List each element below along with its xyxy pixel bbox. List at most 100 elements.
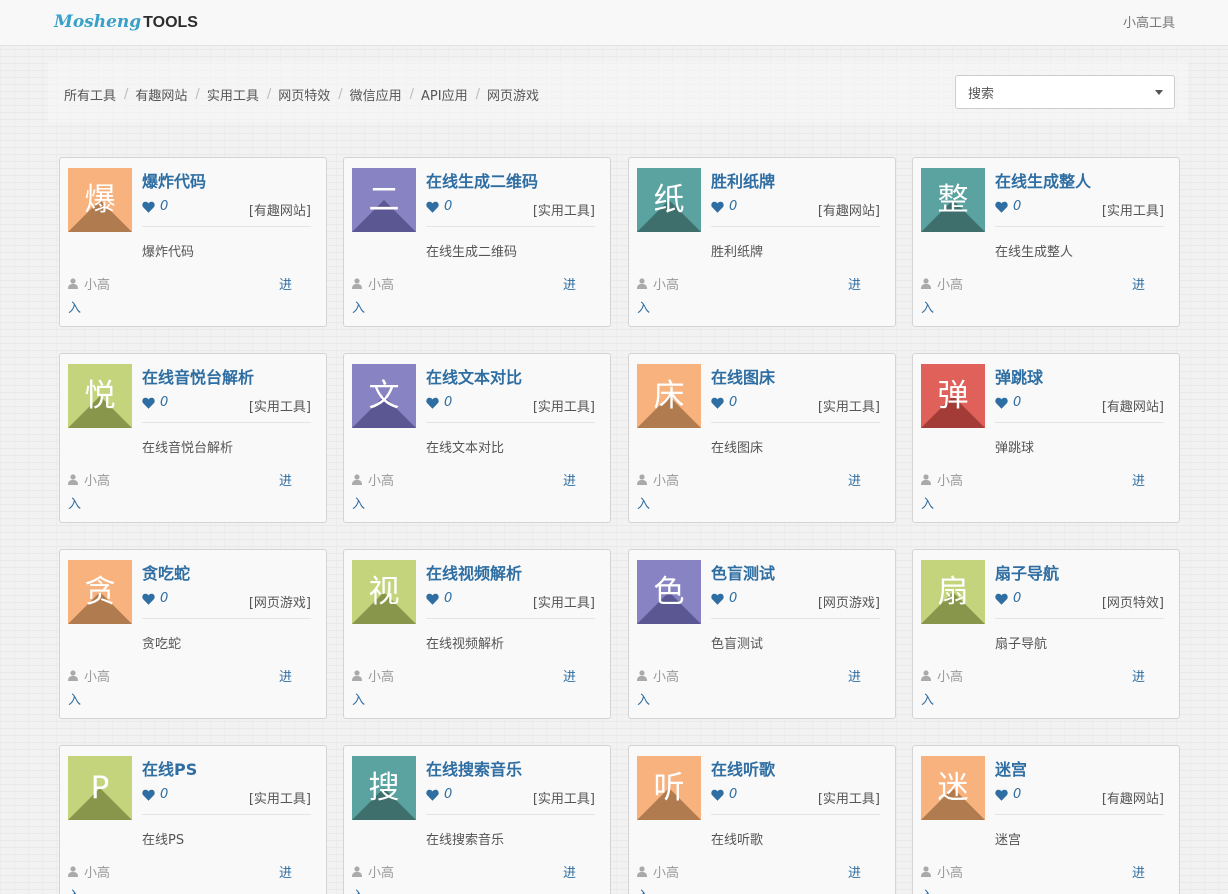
tool-title-link[interactable]: 弹跳球 xyxy=(995,364,1043,388)
like-counter[interactable]: 0 xyxy=(142,787,168,802)
category-tag-link[interactable]: [实用工具] xyxy=(1102,200,1164,219)
tool-title-link[interactable]: 色盲测试 xyxy=(711,560,775,584)
category-tag-link[interactable]: [网页游戏] xyxy=(249,592,311,611)
enter-link[interactable]: 进 xyxy=(563,862,576,881)
nav-item[interactable]: 网页游戏 xyxy=(487,85,539,104)
category-tag-link[interactable]: [实用工具] xyxy=(249,396,311,415)
tool-icon-tile[interactable]: 视 xyxy=(352,560,416,624)
enter-link[interactable]: 进 xyxy=(279,274,292,293)
enter-link[interactable]: 进 xyxy=(279,862,292,881)
enter-link-wrap[interactable]: 入 xyxy=(921,297,934,316)
like-counter[interactable]: 0 xyxy=(711,787,737,802)
tool-title-link[interactable]: 在线文本对比 xyxy=(426,364,522,388)
like-counter[interactable]: 0 xyxy=(711,395,737,410)
like-counter[interactable]: 0 xyxy=(142,591,168,606)
enter-link-wrap[interactable]: 入 xyxy=(352,689,365,708)
enter-link[interactable]: 进 xyxy=(1132,470,1145,489)
category-tag-link[interactable]: [实用工具] xyxy=(533,788,595,807)
enter-link[interactable]: 进 xyxy=(563,666,576,685)
tool-title-link[interactable]: 胜利纸牌 xyxy=(711,168,775,192)
enter-link-wrap[interactable]: 入 xyxy=(637,689,650,708)
category-tag-link[interactable]: [网页特效] xyxy=(1102,592,1164,611)
enter-link-wrap[interactable]: 入 xyxy=(352,297,365,316)
enter-link[interactable]: 进 xyxy=(279,666,292,685)
tool-title-link[interactable]: 在线听歌 xyxy=(711,756,775,780)
enter-link-wrap[interactable]: 入 xyxy=(68,689,81,708)
tool-icon-tile[interactable]: 文 xyxy=(352,364,416,428)
tool-title-link[interactable]: 爆炸代码 xyxy=(142,168,206,192)
user-link[interactable]: 小高工具 xyxy=(1123,12,1175,31)
nav-item[interactable]: 微信应用 xyxy=(350,85,402,104)
enter-link[interactable]: 进 xyxy=(848,862,861,881)
tool-icon-tile[interactable]: 纸 xyxy=(637,168,701,232)
tool-icon-tile[interactable]: 贪 xyxy=(68,560,132,624)
tool-title-link[interactable]: 在线生成整人 xyxy=(995,168,1091,192)
tool-icon-tile[interactable]: 爆 xyxy=(68,168,132,232)
tool-title-link[interactable]: 扇子导航 xyxy=(995,560,1059,584)
enter-link-wrap[interactable]: 入 xyxy=(352,493,365,512)
enter-link-wrap[interactable]: 入 xyxy=(637,493,650,512)
tool-icon-tile[interactable]: 扇 xyxy=(921,560,985,624)
tool-title-link[interactable]: 迷宫 xyxy=(995,756,1027,780)
search-select[interactable]: 搜索 xyxy=(955,75,1175,109)
enter-link-wrap[interactable]: 入 xyxy=(68,885,81,894)
enter-link[interactable]: 进 xyxy=(1132,862,1145,881)
nav-item[interactable]: 所有工具 xyxy=(64,85,116,104)
category-tag-link[interactable]: [实用工具] xyxy=(818,788,880,807)
category-tag-link[interactable]: [实用工具] xyxy=(818,396,880,415)
category-tag-link[interactable]: [有趣网站] xyxy=(818,200,880,219)
like-counter[interactable]: 0 xyxy=(995,787,1021,802)
enter-link[interactable]: 进 xyxy=(848,666,861,685)
enter-link-wrap[interactable]: 入 xyxy=(68,493,81,512)
tool-icon-tile[interactable]: 整 xyxy=(921,168,985,232)
tool-icon-tile[interactable]: 弹 xyxy=(921,364,985,428)
like-counter[interactable]: 0 xyxy=(995,591,1021,606)
tool-icon-tile[interactable]: 二 xyxy=(352,168,416,232)
tool-icon-tile[interactable]: 色 xyxy=(637,560,701,624)
category-tag-link[interactable]: [实用工具] xyxy=(533,200,595,219)
like-counter[interactable]: 0 xyxy=(711,199,737,214)
enter-link[interactable]: 进 xyxy=(563,274,576,293)
tool-title-link[interactable]: 在线图床 xyxy=(711,364,775,388)
enter-link[interactable]: 进 xyxy=(563,470,576,489)
enter-link[interactable]: 进 xyxy=(848,274,861,293)
tool-icon-tile[interactable]: 迷 xyxy=(921,756,985,820)
category-tag-link[interactable]: [实用工具] xyxy=(249,788,311,807)
tool-title-link[interactable]: 在线PS xyxy=(142,756,197,780)
enter-link-wrap[interactable]: 入 xyxy=(921,493,934,512)
enter-link-wrap[interactable]: 入 xyxy=(921,689,934,708)
tool-icon-tile[interactable]: 听 xyxy=(637,756,701,820)
like-counter[interactable]: 0 xyxy=(426,395,452,410)
category-tag-link[interactable]: [有趣网站] xyxy=(1102,396,1164,415)
enter-link-wrap[interactable]: 入 xyxy=(637,297,650,316)
tool-icon-tile[interactable]: P xyxy=(68,756,132,820)
site-logo[interactable]: Mosheng TOOLS xyxy=(54,12,198,34)
like-counter[interactable]: 0 xyxy=(142,395,168,410)
nav-item[interactable]: API应用 xyxy=(421,85,468,104)
nav-item[interactable]: 网页特效 xyxy=(278,85,330,104)
tool-title-link[interactable]: 在线搜索音乐 xyxy=(426,756,522,780)
enter-link[interactable]: 进 xyxy=(1132,666,1145,685)
enter-link[interactable]: 进 xyxy=(1132,274,1145,293)
enter-link-wrap[interactable]: 入 xyxy=(352,885,365,894)
tool-title-link[interactable]: 在线视频解析 xyxy=(426,560,522,584)
tool-title-link[interactable]: 在线生成二维码 xyxy=(426,168,538,192)
like-counter[interactable]: 0 xyxy=(426,787,452,802)
like-counter[interactable]: 0 xyxy=(995,395,1021,410)
category-tag-link[interactable]: [有趣网站] xyxy=(1102,788,1164,807)
category-tag-link[interactable]: [实用工具] xyxy=(533,396,595,415)
like-counter[interactable]: 0 xyxy=(711,591,737,606)
like-counter[interactable]: 0 xyxy=(426,591,452,606)
category-tag-link[interactable]: [网页游戏] xyxy=(818,592,880,611)
enter-link-wrap[interactable]: 入 xyxy=(68,297,81,316)
nav-item[interactable]: 实用工具 xyxy=(207,85,259,104)
enter-link-wrap[interactable]: 入 xyxy=(921,885,934,894)
like-counter[interactable]: 0 xyxy=(995,199,1021,214)
enter-link-wrap[interactable]: 入 xyxy=(637,885,650,894)
like-counter[interactable]: 0 xyxy=(142,199,168,214)
tool-title-link[interactable]: 贪吃蛇 xyxy=(142,560,190,584)
like-counter[interactable]: 0 xyxy=(426,199,452,214)
tool-icon-tile[interactable]: 床 xyxy=(637,364,701,428)
enter-link[interactable]: 进 xyxy=(848,470,861,489)
category-tag-link[interactable]: [有趣网站] xyxy=(249,200,311,219)
